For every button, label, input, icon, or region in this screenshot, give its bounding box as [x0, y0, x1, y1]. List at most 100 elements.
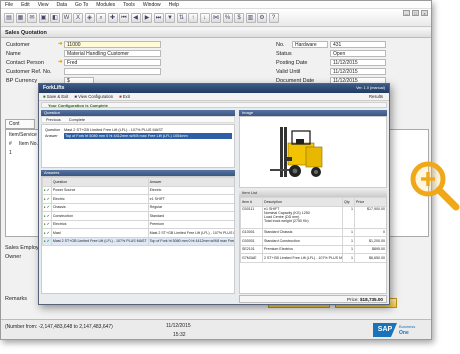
- view-configuration-button[interactable]: ■ View Configuration: [74, 94, 113, 99]
- fax-icon[interactable]: ▣: [38, 12, 49, 23]
- answer-value-cell: e1 SHIFT: [147, 194, 234, 204]
- posting-date-field[interactable]: 11/12/2015: [330, 59, 386, 66]
- col-header-item-type: Item/Service T: [9, 132, 42, 138]
- layout-icon[interactable]: ▥: [245, 12, 256, 23]
- close-icon[interactable]: ×: [421, 10, 428, 16]
- payment-icon[interactable]: $: [234, 12, 244, 23]
- target-doc-icon[interactable]: ↓: [199, 12, 210, 23]
- price-value: $18,735.00: [360, 297, 383, 302]
- config-complete-banner: Your Configuration is Complete: [41, 102, 387, 108]
- relationship-icon[interactable]: ⋈: [211, 12, 221, 23]
- menu-modules[interactable]: Modules: [96, 2, 115, 8]
- base-doc-icon[interactable]: ↑: [188, 12, 198, 23]
- answers-row[interactable]: ▸ ✔ Electric e1 SHIFT: [42, 194, 234, 204]
- forklift-illustration: [270, 127, 323, 177]
- item-qty-cell: 1: [342, 205, 355, 229]
- answer-question-cell: Mast: [50, 228, 149, 238]
- first-record-icon[interactable]: ⏮: [119, 12, 129, 23]
- item-list-table: Item # Description Qty Price G00111 e1 SHIFT…: [240, 197, 386, 263]
- item-row[interactable]: G10001 Standard Chassis 1 0: [240, 227, 386, 237]
- tab-contents[interactable]: Cont: [5, 119, 35, 129]
- add-icon[interactable]: ✚: [107, 12, 118, 23]
- last-record-icon[interactable]: ⏭: [153, 12, 164, 23]
- bp-currency-label: BP Currency: [6, 78, 38, 84]
- customer-label: Customer: [6, 42, 30, 48]
- pdf-icon[interactable]: ◧: [50, 12, 60, 23]
- item-row[interactable]: G00111 e1 SHIFT Nominal Capacity (KG) 125…: [240, 205, 386, 229]
- item-description-cell: 2 ST+GB Limited Free Lift (LFL) - 107% P…: [262, 253, 343, 263]
- item-price-cell: $1,200.00: [354, 236, 386, 246]
- next-record-icon[interactable]: ▶: [142, 12, 152, 23]
- item-row[interactable]: SE2101 Premium Electrics 1 $895.00: [240, 244, 386, 254]
- item-price-cell: $6,650.00: [354, 253, 386, 263]
- menu-file[interactable]: File: [5, 2, 13, 8]
- item-qty-cell: 1: [342, 236, 355, 246]
- magnifier-zoom-icon[interactable]: [406, 157, 460, 213]
- answers-row[interactable]: ▸ ✔ Chassis Regular: [42, 202, 234, 212]
- menu-view[interactable]: View: [38, 2, 49, 8]
- forklifts-configurator-dialog: ForkLifts Ver. 1.0 (manual) ■ Save & Exi…: [38, 83, 390, 305]
- answers-row[interactable]: ▸ ✔ Construction Standard: [42, 211, 234, 221]
- answer-label: Answer: [45, 134, 58, 138]
- menu-bar: File Edit View Data Go To Modules Tools …: [1, 1, 431, 9]
- email-icon[interactable]: ✉: [27, 12, 37, 23]
- view-configuration-label: View Configuration: [78, 94, 114, 99]
- word-icon[interactable]: W: [61, 12, 72, 23]
- question-panel: Question Mast 2 ST+GB Limited Free Lift …: [41, 124, 235, 168]
- menu-help[interactable]: Help: [169, 2, 179, 8]
- item-description-cell: e1 SHIFT Nominal Capacity (KG) 1250 Load…: [262, 205, 343, 229]
- minimize-icon[interactable]: –: [403, 10, 410, 16]
- answers-row[interactable]: ▸ ✔ Power Source Electric: [42, 185, 234, 195]
- lock-icon[interactable]: ◈: [84, 12, 95, 23]
- maximize-icon[interactable]: □: [412, 10, 419, 16]
- valid-until-field[interactable]: 11/12/2015: [330, 68, 386, 75]
- item-row[interactable]: G00001 Standard Construction 1 $1,200.00: [240, 236, 386, 246]
- menu-tools[interactable]: Tools: [123, 2, 135, 8]
- item-col-header: Item #: [240, 197, 263, 207]
- settings-icon[interactable]: ⚙: [257, 12, 267, 23]
- series-select[interactable]: Hardware: [292, 41, 328, 48]
- menu-edit[interactable]: Edit: [21, 2, 30, 8]
- answer-question-cell: Chassis: [50, 202, 149, 212]
- answer-row-marker: [42, 177, 52, 187]
- results-menu[interactable]: Results: [369, 94, 383, 99]
- customer-ref-field[interactable]: [64, 68, 161, 75]
- help-icon[interactable]: ?: [268, 12, 279, 23]
- item-price-cell: $17,900.00: [354, 205, 386, 229]
- doc-number-field[interactable]: 431: [330, 41, 386, 48]
- total-price-bar: Price: $18,735.00: [239, 295, 387, 303]
- print-icon[interactable]: ▤: [4, 12, 14, 23]
- contact-person-field[interactable]: Fred: [64, 59, 161, 66]
- filter-icon[interactable]: ▼: [165, 12, 175, 23]
- answers-row[interactable]: ▸ ✔ Electrics Premium: [42, 219, 234, 229]
- answer-row-marker: ▸ ✔: [42, 202, 52, 212]
- find-icon[interactable]: ⌕: [96, 12, 106, 23]
- status-date: 11/12/2015: [166, 323, 191, 329]
- sort-icon[interactable]: ⇅: [176, 12, 187, 23]
- excel-icon[interactable]: X: [73, 12, 83, 23]
- item-row[interactable]: G7M3AE 2 ST+GB Limited Free Lift (LFL) - …: [240, 253, 386, 263]
- forklift-image: [239, 116, 387, 188]
- configurator-title-text: ForkLifts: [43, 85, 65, 91]
- exit-button[interactable]: ■ Exit: [119, 94, 130, 99]
- status-text: (Number from: -2,147,483,648 to 2,147,48…: [5, 324, 113, 330]
- prev-record-icon[interactable]: ◀: [130, 12, 141, 23]
- save-exit-button[interactable]: ■ Save & Exit: [43, 94, 68, 99]
- menu-window[interactable]: Window: [143, 2, 161, 8]
- preview-icon[interactable]: ▦: [15, 12, 26, 23]
- answers-row[interactable]: ▸ ✔ Mast 2 ST+GB Limited Free Lift (LFL) …: [42, 236, 234, 246]
- price-label: Price:: [346, 297, 359, 302]
- brand-sub1: Business: [399, 324, 416, 329]
- previous-button[interactable]: Previous: [46, 118, 61, 122]
- gross-profit-icon[interactable]: %: [222, 12, 233, 23]
- name-field[interactable]: Material Handling Customer: [64, 50, 161, 57]
- answer-selected-option[interactable]: Top of Fork ht 5080 mm 0 ht 4412mm w/9/8…: [64, 133, 232, 139]
- menu-data[interactable]: Data: [56, 2, 67, 8]
- answers-row[interactable]: ▸ ✔ Mast Mast 2 ST+GB Limited Free Lift (L…: [42, 228, 234, 238]
- item-list-grid: Item # Description Qty Price G00111 e1 SHIFT…: [239, 196, 387, 294]
- configurator-toolbar: ■ Save & Exit ■ View Configuration ■ Exi…: [39, 93, 389, 101]
- sap-logo: SAP: [373, 323, 397, 337]
- menu-goto[interactable]: Go To: [75, 2, 88, 8]
- customer-field[interactable]: 11000: [64, 41, 161, 48]
- complete-button[interactable]: Complete: [69, 118, 85, 122]
